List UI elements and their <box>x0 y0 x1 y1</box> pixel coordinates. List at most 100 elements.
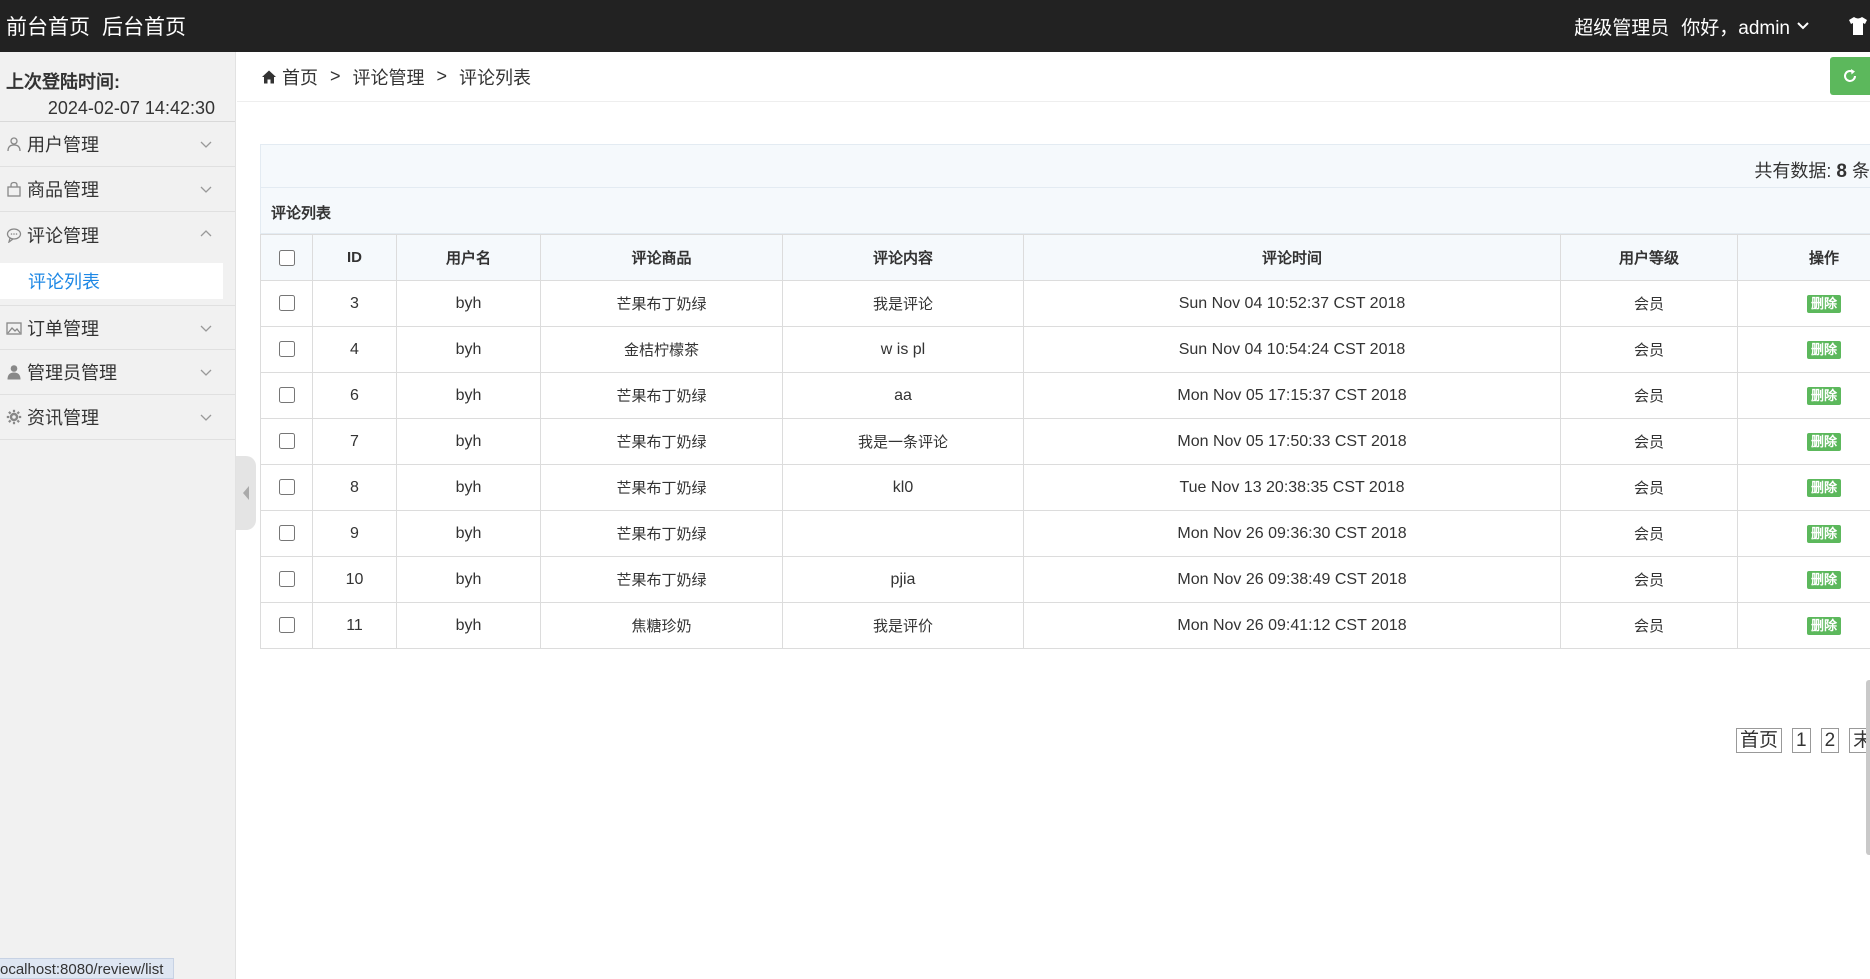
row-checkbox[interactable] <box>278 525 295 542</box>
table-row: 3 byh 芒果布丁奶绿 我是评论 Sun Nov 04 10:52:37 CS… <box>260 280 1870 327</box>
sidebar-subitem-review-list[interactable]: 评论列表 <box>0 263 223 305</box>
cell-content: 我是评论 <box>782 280 1024 327</box>
breadcrumb-home[interactable]: 首页 <box>282 64 318 90</box>
cell-username: byh <box>396 372 541 419</box>
backend-home-link[interactable]: 后台首页 <box>102 11 186 41</box>
comment-icon <box>6 227 22 243</box>
user-icon <box>7 137 21 152</box>
record-count-label: 共有数据: <box>1754 161 1832 181</box>
last-login-info: 上次登陆时间: 2024-02-07 14:42:30 <box>0 52 235 122</box>
row-select-cell <box>260 280 313 327</box>
cell-content: aa <box>782 372 1024 419</box>
row-select-cell <box>260 418 313 465</box>
chevron-up-icon <box>200 230 212 237</box>
table-row: 11 byh 焦糖珍奶 我是评价 Mon Nov 26 09:41:12 CST… <box>260 602 1870 649</box>
chevron-down-icon <box>200 141 212 148</box>
pager-first[interactable]: 首页 <box>1736 728 1783 753</box>
row-select-cell <box>260 326 313 373</box>
sidebar-item-news-management[interactable]: 资讯管理 <box>0 395 235 440</box>
delete-button[interactable]: 删除 <box>1806 570 1841 589</box>
table-row: 8 byh 芒果布丁奶绿 kl0 Tue Nov 13 20:38:35 CST… <box>260 464 1870 511</box>
delete-button[interactable]: 删除 <box>1806 524 1841 543</box>
last-login-label: 上次登陆时间: <box>6 72 120 92</box>
cell-username: byh <box>396 602 541 649</box>
row-checkbox[interactable] <box>278 433 295 450</box>
frontend-home-link[interactable]: 前台首页 <box>6 11 90 41</box>
gear-icon <box>6 409 22 425</box>
row-checkbox[interactable] <box>278 387 295 404</box>
sidebar-item-admin-management[interactable]: 管理员管理 <box>0 350 235 395</box>
sidebar-item-review-management[interactable]: 评论管理 <box>0 212 235 257</box>
sidebar-item-label: 订单管理 <box>27 318 99 339</box>
table-header-row: ID 用户名 评论商品 评论内容 评论时间 用户等级 操作 <box>260 234 1870 281</box>
cell-content: 我是一条评论 <box>782 418 1024 465</box>
delete-button[interactable]: 删除 <box>1806 340 1841 359</box>
sidebar-item-product-management[interactable]: 商品管理 <box>0 167 235 212</box>
pager-page-2[interactable]: 2 <box>1820 728 1840 753</box>
sidebar-item-label: 评论管理 <box>27 225 99 246</box>
pager-page-1[interactable]: 1 <box>1792 728 1811 753</box>
cell-id: 8 <box>312 464 397 511</box>
cell-actions: 删除 <box>1737 372 1870 419</box>
cell-id: 10 <box>312 556 397 603</box>
row-checkbox[interactable] <box>278 479 295 496</box>
row-checkbox[interactable] <box>278 571 295 588</box>
cell-product: 金桔柠檬茶 <box>540 326 783 373</box>
user-area: 超级管理员 你好，admin <box>1574 0 1870 52</box>
cell-time: Sun Nov 04 10:54:24 CST 2018 <box>1023 326 1561 373</box>
sidebar-item-label: 商品管理 <box>27 180 99 200</box>
chevron-down-icon <box>200 186 212 193</box>
sidebar-item-label: 管理员管理 <box>27 363 117 383</box>
row-select-cell <box>260 510 313 557</box>
cell-time: Sun Nov 04 10:52:37 CST 2018 <box>1023 280 1561 327</box>
summary-bar: 共有数据: 8 条 <box>260 144 1870 188</box>
sidebar-item-order-management[interactable]: 订单管理 <box>0 305 235 350</box>
column-header-username: 用户名 <box>396 234 541 281</box>
refresh-button[interactable] <box>1830 57 1870 95</box>
delete-button[interactable]: 删除 <box>1806 478 1841 497</box>
cell-content <box>782 510 1024 557</box>
cell-level: 会员 <box>1560 556 1738 603</box>
sidebar-item-label: 用户管理 <box>27 135 99 155</box>
top-nav: 前台首页 后台首页 <box>0 11 186 41</box>
cell-username: byh <box>396 556 541 603</box>
cell-level: 会员 <box>1560 418 1738 465</box>
column-header-level: 用户等级 <box>1560 234 1738 281</box>
delete-button[interactable]: 删除 <box>1806 432 1841 451</box>
column-header-id: ID <box>312 234 397 281</box>
cell-level: 会员 <box>1560 280 1738 327</box>
cell-time: Tue Nov 13 20:38:35 CST 2018 <box>1023 464 1561 511</box>
record-count: 共有数据: 8 条 <box>1754 157 1870 183</box>
cell-product: 焦糖珍奶 <box>540 602 783 649</box>
cell-actions: 删除 <box>1737 326 1870 373</box>
sidebar-item-label: 资讯管理 <box>27 408 99 428</box>
row-select-cell <box>260 602 313 649</box>
table-row: 4 byh 金桔柠檬茶 w is pl Sun Nov 04 10:54:24 … <box>260 326 1870 373</box>
cell-product: 芒果布丁奶绿 <box>540 418 783 465</box>
sidebar-item-user-management[interactable]: 用户管理 <box>0 122 235 167</box>
cell-id: 11 <box>312 602 397 649</box>
delete-button[interactable]: 删除 <box>1806 616 1841 635</box>
scrollbar-thumb[interactable] <box>1866 680 1870 855</box>
user-menu-toggle[interactable]: 你好，admin <box>1681 13 1810 40</box>
select-all-checkbox[interactable] <box>278 250 295 267</box>
cell-id: 3 <box>312 280 397 327</box>
pagination: 首页 1 2 末页 <box>1736 728 1870 753</box>
last-login-time: 2024-02-07 14:42:30 <box>47 98 215 118</box>
cell-id: 7 <box>312 418 397 465</box>
cell-time: Mon Nov 26 09:41:12 CST 2018 <box>1023 602 1561 649</box>
theme-shirt-icon[interactable] <box>1846 14 1870 38</box>
delete-button[interactable]: 删除 <box>1806 386 1841 405</box>
sidebar-collapse-toggle[interactable] <box>236 456 256 530</box>
cell-level: 会员 <box>1560 602 1738 649</box>
delete-button[interactable]: 删除 <box>1806 294 1841 313</box>
row-checkbox[interactable] <box>278 295 295 312</box>
status-bar-url: ocalhost:8080/review/list <box>0 958 175 979</box>
cell-content: 我是评价 <box>782 602 1024 649</box>
record-count-unit: 条 <box>1852 161 1870 181</box>
row-checkbox[interactable] <box>278 341 295 358</box>
row-checkbox[interactable] <box>278 617 295 634</box>
breadcrumb-review-management[interactable]: 评论管理 <box>353 64 425 90</box>
cell-product: 芒果布丁奶绿 <box>540 372 783 419</box>
cell-actions: 删除 <box>1737 602 1870 649</box>
